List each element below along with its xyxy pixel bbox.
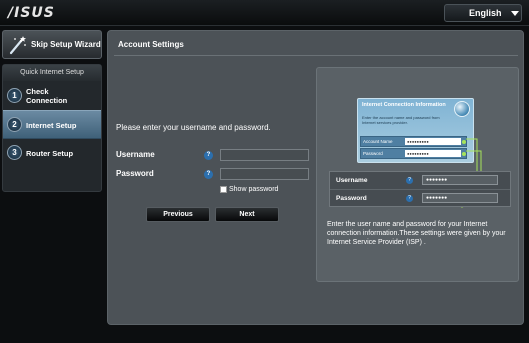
username-input[interactable] <box>220 149 309 161</box>
divider <box>114 55 518 56</box>
password-help-icon[interactable]: ? <box>204 170 213 179</box>
zoom-username-row: Username ? ●●●●●●● <box>330 172 510 189</box>
step-label-line2: Connection <box>26 96 68 105</box>
step-internet-setup[interactable]: 2 Internet Setup <box>3 110 101 139</box>
step-label: Check <box>26 87 49 96</box>
sidebar: Skip Setup Wizard Quick Internet Setup 1… <box>0 26 104 343</box>
skip-setup-wizard-label: Skip Setup Wizard <box>31 40 101 49</box>
next-button[interactable]: Next <box>215 207 279 222</box>
question-mark-icon: ? <box>406 177 413 184</box>
account-settings-panel: Account Settings Please enter your usern… <box>107 30 524 325</box>
top-bar: /ISUS English <box>0 0 529 26</box>
show-password-label: Show password <box>229 186 279 193</box>
password-input[interactable] <box>220 168 309 180</box>
step-number: 1 <box>7 88 22 103</box>
question-mark-icon: ? <box>406 195 413 202</box>
asus-logo: /ISUS <box>8 5 55 21</box>
username-help-icon[interactable]: ? <box>204 151 213 160</box>
step-label: Internet Setup <box>26 121 77 130</box>
magic-wand-icon <box>9 36 26 55</box>
previous-button[interactable]: Previous <box>146 207 210 222</box>
zoom-username-value: ●●●●●●● <box>422 175 498 185</box>
zoom-password-value: ●●●●●●● <box>422 193 498 203</box>
username-label: Username <box>116 150 155 159</box>
zoom-password-row: Password ? ●●●●●●● <box>330 190 510 207</box>
page-title: Account Settings <box>118 40 184 49</box>
step-router-setup[interactable]: 3 Router Setup <box>3 139 101 167</box>
step-label: Router Setup <box>26 149 74 158</box>
zoom-username-label: Username <box>336 177 368 184</box>
zoomed-form-illustration: Username ? ●●●●●●● Password ? ●●●●●●● <box>329 171 511 207</box>
language-label: English <box>469 8 502 18</box>
zoom-password-label: Password <box>336 195 367 202</box>
instruction-text: Please enter your username and password. <box>116 123 271 132</box>
chevron-down-icon <box>511 11 519 16</box>
language-select[interactable]: English <box>444 4 522 22</box>
step-check-connection[interactable]: 1 Check Connection <box>3 82 101 110</box>
skip-setup-wizard-button[interactable]: Skip Setup Wizard <box>2 30 102 59</box>
help-illustration-panel: Internet Connection Information Enter th… <box>316 67 519 282</box>
show-password-checkbox[interactable] <box>220 186 227 193</box>
password-label: Password <box>116 169 154 178</box>
help-description: Enter the user name and password for you… <box>327 221 506 246</box>
step-number: 2 <box>7 117 22 132</box>
step-number: 3 <box>7 145 22 160</box>
quick-internet-setup-panel: Quick Internet Setup 1 Check Connection … <box>2 64 102 192</box>
quick-internet-setup-title: Quick Internet Setup <box>3 65 101 81</box>
